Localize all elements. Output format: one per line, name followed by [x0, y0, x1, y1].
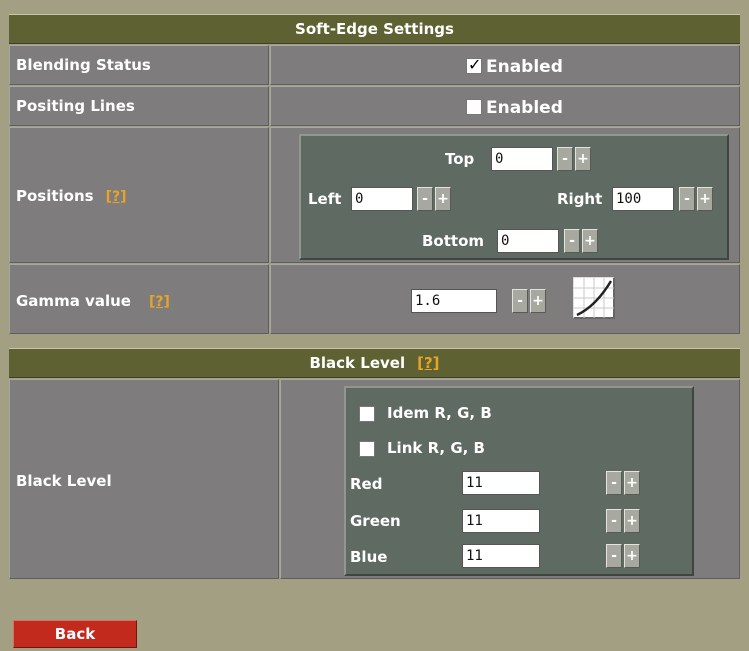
positions-label-group: Positions [?] [16, 186, 127, 205]
top-label: Top [445, 150, 475, 168]
blending-status-value-cell: Enabled [270, 45, 740, 85]
gamma-plus-button[interactable]: + [530, 289, 546, 313]
black-level-help-link[interactable]: [?] [417, 354, 439, 372]
blue-label: Blue [350, 548, 388, 566]
right-plus-button[interactable]: + [697, 187, 713, 211]
green-input[interactable] [462, 509, 540, 533]
gamma-help-link[interactable]: [?] [149, 294, 170, 310]
right-label: Right [557, 190, 603, 208]
back-button[interactable]: Back [13, 620, 137, 648]
right-minus-button[interactable]: - [679, 187, 695, 211]
idem-rgb-checkbox[interactable] [359, 406, 375, 422]
right-input[interactable] [612, 187, 674, 211]
left-minus-button[interactable]: - [417, 187, 433, 211]
black-level-label-cell: Black Level [9, 379, 279, 579]
positing-lines-checkbox[interactable] [466, 99, 482, 115]
green-plus-button[interactable]: + [624, 509, 640, 533]
blending-status-enabled-label: Enabled [486, 57, 563, 77]
bottom-plus-button[interactable]: + [582, 229, 598, 253]
positing-lines-label-cell: Positing Lines [9, 86, 269, 126]
positing-lines-enabled-label: Enabled [486, 98, 563, 118]
red-label: Red [350, 475, 383, 493]
gamma-label: Gamma value [16, 292, 131, 310]
gamma-minus-button[interactable]: - [512, 289, 528, 313]
gamma-label-cell: Gamma value [?] [9, 264, 269, 334]
red-input[interactable] [462, 471, 540, 495]
green-label: Green [350, 512, 401, 530]
black-level-header: Black Level [?] [9, 348, 740, 378]
left-plus-button[interactable]: + [435, 187, 451, 211]
green-minus-button[interactable]: - [606, 509, 622, 533]
positing-lines-label: Positing Lines [16, 97, 135, 115]
gamma-value-cell: - + [270, 264, 740, 334]
left-input[interactable] [351, 187, 413, 211]
bottom-label: Bottom [422, 232, 485, 250]
red-plus-button[interactable]: + [624, 471, 640, 495]
left-label: Left [308, 190, 342, 208]
black-level-row-label: Black Level [16, 472, 112, 490]
blue-minus-button[interactable]: - [606, 544, 622, 568]
bottom-input[interactable] [497, 229, 559, 253]
positions-value-cell: Top - + Left - + Right - + Bottom - + [270, 127, 740, 263]
blue-plus-button[interactable]: + [624, 544, 640, 568]
black-level-panel: Idem R, G, B Link R, G, B Red - + Green … [344, 386, 694, 576]
red-minus-button[interactable]: - [606, 471, 622, 495]
soft-edge-header: Soft-Edge Settings [9, 14, 740, 44]
positions-label: Positions [16, 187, 94, 205]
black-level-value-cell: Idem R, G, B Link R, G, B Red - + Green … [280, 379, 740, 579]
blending-status-label-cell: Blending Status [9, 45, 269, 85]
gamma-curve-icon[interactable] [573, 277, 615, 319]
positions-label-cell: Positions [?] [9, 127, 269, 263]
top-plus-button[interactable]: + [575, 147, 591, 171]
positions-panel: Top - + Left - + Right - + Bottom - + [299, 134, 729, 260]
link-rgb-checkbox[interactable] [359, 441, 375, 457]
gamma-label-group: Gamma value [?] [16, 291, 170, 310]
positions-help-link[interactable]: [?] [106, 189, 127, 205]
top-input[interactable] [491, 147, 553, 171]
blue-input[interactable] [462, 544, 540, 568]
link-rgb-label: Link R, G, B [387, 439, 485, 457]
positing-lines-value-cell: Enabled [270, 86, 740, 126]
idem-rgb-label: Idem R, G, B [387, 404, 492, 422]
gamma-input[interactable] [411, 289, 497, 313]
soft-edge-title: Soft-Edge Settings [295, 20, 454, 38]
black-level-title: Black Level [309, 354, 406, 372]
top-minus-button[interactable]: - [557, 147, 573, 171]
blending-status-checkbox[interactable] [466, 55, 482, 74]
blending-status-label: Blending Status [16, 56, 151, 74]
bottom-minus-button[interactable]: - [564, 229, 580, 253]
